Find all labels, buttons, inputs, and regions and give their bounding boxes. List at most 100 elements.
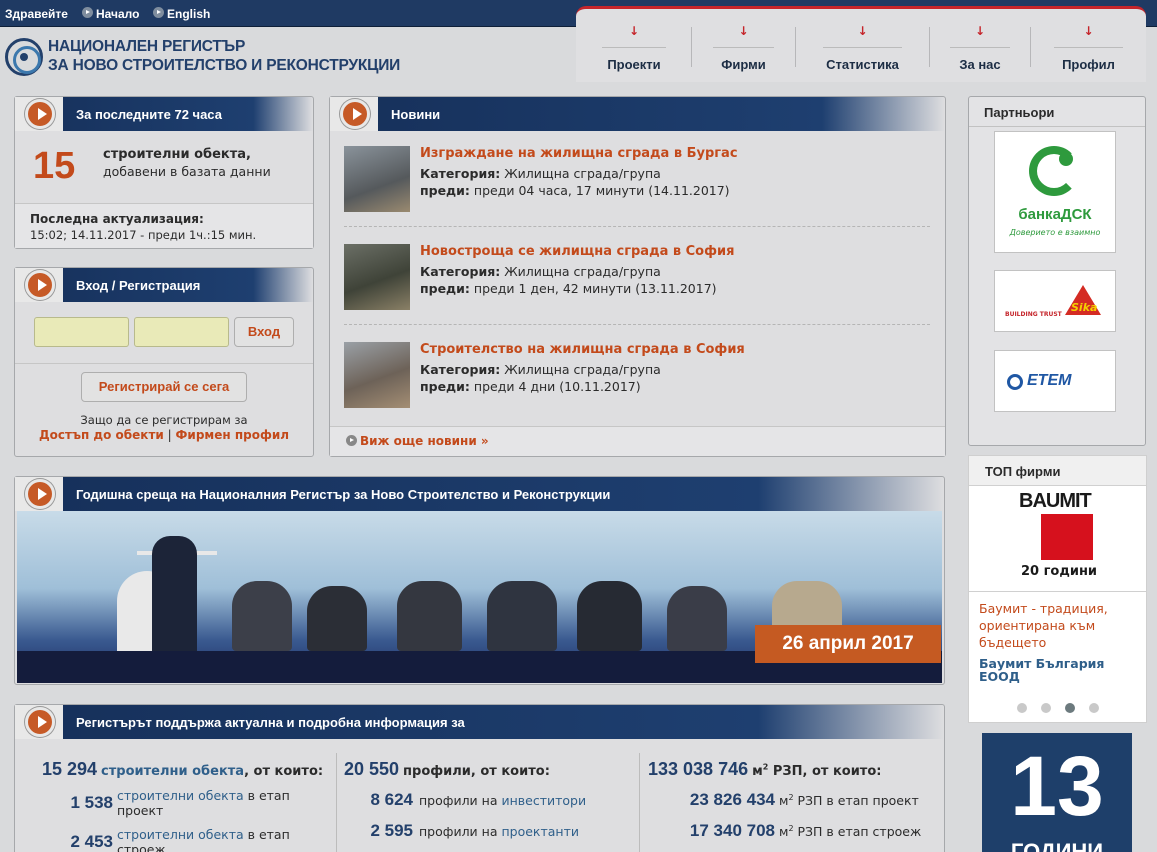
event-date-badge: 26 април 2017 [755,625,941,663]
stats-box: Регистърът поддържа актуална и подробна … [14,704,945,852]
password-input[interactable] [134,317,229,347]
arrow-down-icon: ↓ [738,24,749,38]
nav-label: Статистика [826,57,899,72]
top-companies-title: ТОП фирми [985,464,1061,479]
play-icon [25,707,55,737]
login-box: Вход / Регистрация Вход Регистрирай се с… [14,267,314,457]
play-bullet-icon [346,435,357,446]
english-link[interactable]: English [167,7,210,21]
stat-number: 23 826 434 [689,790,775,809]
play-icon [25,99,55,129]
nav-item-companies[interactable]: ↓ Фирми [692,9,795,79]
anniversary-badge[interactable]: 13 ГОДИНИ [982,733,1132,852]
news-time: преди 04 часа, 17 минути (14.11.2017) [473,183,730,198]
register-why-text: Защо да се регистрирам за [80,413,248,427]
news-title[interactable]: Строителство на жилищна сграда в София [420,342,745,357]
news-thumbnail[interactable] [344,342,410,408]
arrow-down-icon: ↓ [1083,24,1094,38]
partner-dsk-bank[interactable]: банкаДСК Доверието е взаимно [994,131,1116,253]
box-header: За последните 72 часа [15,97,313,131]
count-text-1: строителни обекта, [103,147,251,162]
partner-etem[interactable]: ETEM [994,350,1116,412]
nav-label: Фирми [721,57,766,72]
baumit-logo[interactable]: BAUMIT 20 години [1019,491,1097,586]
play-icon [340,99,370,129]
projects-link[interactable]: строителни обекта [101,764,244,779]
separator: | [167,428,172,442]
last-update-label: Последна актуализация: [30,212,204,226]
play-bullet-icon [82,7,93,18]
news-time: преди 4 дни (10.11.2017) [473,379,641,394]
stat-number: 1 538 [70,793,113,812]
objects-access-link[interactable]: Достъп до обекти [39,428,164,442]
count-text-2: добавени в базата данни [103,164,271,179]
divider [344,324,930,325]
news-item[interactable]: Изграждане на жилищна сграда в Бургас Ка… [344,146,930,214]
carousel-dot[interactable] [1041,703,1051,713]
nav-label: За нас [959,57,1001,72]
etem-name: ETEM [1027,372,1072,389]
carousel-dot-active[interactable] [1065,703,1075,713]
box-header: Годишна среща на Националния Регистър за… [15,477,944,511]
partners-title: Партньори [984,105,1055,120]
carousel-dot[interactable] [1017,703,1027,713]
stat-number: 2 453 [70,832,113,851]
update-panel: Последна актуализация: 15:02; 14.11.2017… [15,203,313,248]
nav-item-profile[interactable]: ↓ Профил [1031,9,1146,79]
news-category: Жилищна сграда/група [504,166,661,181]
company-profile-link[interactable]: Фирмен профил [176,428,290,442]
arrow-down-icon: ↓ [975,24,986,38]
more-news-link[interactable]: Виж още новини » [360,434,489,448]
top-company-description[interactable]: Баумит - традиция, ориентирана към бъдещ… [979,600,1139,651]
username-input[interactable] [34,317,129,347]
partner-sika[interactable]: BUILDING TRUST Sika [994,270,1116,332]
anniversary-number: 13 [1010,739,1104,833]
projects-stage-link[interactable]: строителни обекта [117,827,244,842]
last-72-hours-box: За последните 72 часа 15 строителни обек… [14,96,314,249]
register-button[interactable]: Регистрирай се сега [81,372,247,402]
nav-label: Проекти [607,57,661,72]
nav-item-projects[interactable]: ↓ Проекти [580,9,688,79]
logo-line-1: НАЦИОНАЛЕН РЕГИСТЪР [48,38,246,55]
stat-number: 17 340 708 [689,821,775,840]
news-item[interactable]: Новостроща се жилищна сграда в София Кат… [344,244,930,312]
logo-circle-icon [5,38,43,76]
news-thumbnail[interactable] [344,146,410,212]
etem-logo-icon [1007,374,1023,390]
news-thumbnail[interactable] [344,244,410,310]
news-title[interactable]: Изграждане на жилищна сграда в Бургас [420,146,738,161]
stat-number: 2 595 [370,821,413,840]
stat-number: 8 624 [370,790,413,809]
news-time: преди 1 ден, 42 минути (13.11.2017) [473,281,717,296]
news-title[interactable]: Новостроща се жилищна сграда в София [420,244,734,259]
news-item[interactable]: Строителство на жилищна сграда в София К… [344,342,930,410]
arrow-down-icon: ↓ [857,24,868,38]
investors-link[interactable]: инвеститори [501,793,586,808]
home-link[interactable]: Начало [96,7,139,21]
stat-area-total: 133 038 746 м2 РЗП, от които: [648,759,882,779]
login-button[interactable]: Вход [234,317,294,347]
news-category: Жилищна сграда/група [504,362,661,377]
top-company-name[interactable]: Баумит България ЕООД [979,657,1139,683]
carousel-dot[interactable] [1089,703,1099,713]
dsk-slogan: Доверието е взаимно [1009,228,1101,237]
projects-stage-link[interactable]: строителни обекта [117,788,244,803]
stat-profiles-total: 20 550 профили, от които: [344,759,550,779]
news-box: Новини Изграждане на жилищна сграда в Бу… [329,96,946,457]
nav-label: Профил [1062,57,1115,72]
play-bullet-icon [153,7,164,18]
news-category: Жилищна сграда/група [504,264,661,279]
main-nav: ↓ Проекти ↓ Фирми ↓ Статистика ↓ За нас ↓ Про… [576,6,1146,82]
box-header: Новини [330,97,945,131]
box-header: Регистърът поддържа актуална и подробна … [15,705,944,739]
box-title: Вход / Регистрация [76,278,201,293]
designers-link[interactable]: проектанти [501,824,579,839]
top-companies-box: ТОП фирми BAUMIT 20 години Баумит - трад… [968,455,1147,723]
nav-item-about[interactable]: ↓ За нас [930,9,1030,79]
box-title: За последните 72 часа [76,107,222,122]
last-update-value: 15:02; 14.11.2017 - преди 1ч.:15 мин. [30,228,257,242]
box-title: Регистърът поддържа актуална и подробна … [76,715,465,730]
new-projects-count: 15 [33,145,76,187]
dsk-name: банкаДСК [1018,206,1092,223]
nav-item-statistics[interactable]: ↓ Статистика [796,9,929,79]
